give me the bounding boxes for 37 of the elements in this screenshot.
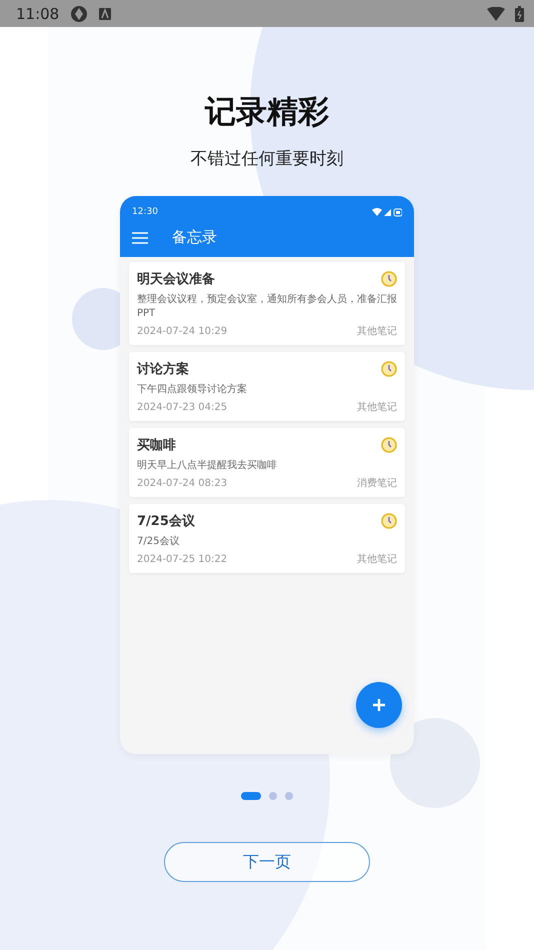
note-title: 讨论方案	[137, 360, 189, 378]
note-category: 其他笔记	[357, 552, 397, 566]
note-card[interactable]: 明天会议准备 整理会议议程，预定会议室，通知所有参会人员，准备汇报PPT 2024-07-24 10:29 其他笔记	[129, 262, 405, 345]
note-category: 消费笔记	[357, 476, 397, 490]
battery-icon	[515, 6, 524, 22]
keyboard-icon	[99, 8, 112, 20]
page-title: 记录精彩	[205, 93, 329, 132]
plus-icon	[372, 698, 386, 712]
note-title: 明天会议准备	[137, 270, 215, 288]
clock-icon	[381, 271, 397, 287]
menu-icon[interactable]	[132, 232, 148, 244]
phone-time: 12:30	[132, 207, 158, 217]
clock-icon	[381, 513, 397, 529]
clock-icon	[381, 361, 397, 377]
clock-icon	[381, 437, 397, 453]
next-page-button[interactable]: 下一页	[164, 842, 370, 882]
signal-icons	[372, 207, 402, 217]
app-title: 备忘录	[172, 228, 217, 247]
note-body: 整理会议议程，预定会议室，通知所有参会人员，准备汇报PPT	[137, 293, 397, 321]
wifi-icon	[487, 6, 505, 20]
note-body: 明天早上八点半提醒我去买咖啡	[137, 459, 278, 473]
status-time: 11:08	[16, 4, 60, 22]
note-card[interactable]: 买咖啡 明天早上八点半提醒我去买咖啡 2024-07-24 08:23 消费笔记	[129, 428, 405, 497]
note-card[interactable]: 讨论方案 下午四点跟领导讨论方案 2024-07-23 04:25 其他笔记	[129, 352, 405, 421]
note-body: 下午四点跟领导讨论方案	[137, 383, 248, 397]
note-title: 买咖啡	[137, 437, 176, 454]
add-button[interactable]	[356, 682, 402, 728]
note-date: 2024-07-24 08:23	[137, 478, 228, 488]
note-title: 7/25会议	[137, 512, 195, 530]
note-body: 7/25会议	[137, 535, 180, 549]
note-card[interactable]: 7/25会议 7/25会议 2024-07-25 10:22 其他笔记	[129, 504, 405, 573]
note-date: 2024-07-23 04:25	[137, 402, 228, 412]
page-subtitle: 不错过任何重要时刻	[190, 148, 344, 170]
note-date: 2024-07-24 10:29	[137, 326, 228, 336]
note-category: 其他笔记	[357, 400, 397, 414]
note-category: 其他笔记	[357, 324, 397, 338]
note-date: 2024-07-25 10:22	[137, 554, 228, 564]
